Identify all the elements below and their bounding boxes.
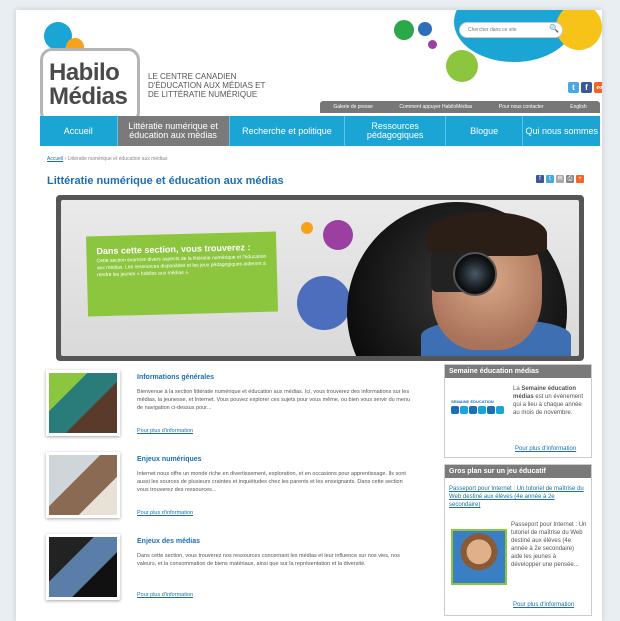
hero-dot-purple <box>323 220 353 250</box>
breadcrumb: Accueil › Littératie numérique et éducat… <box>47 156 167 162</box>
search-input[interactable]: Chercher dans ce site 🔍 <box>459 22 563 38</box>
media-week-text: La Semaine éducation médias est un événe… <box>513 385 587 417</box>
logo-text: Habilo Médias <box>49 59 128 110</box>
plus-share-icon[interactable]: + <box>576 175 584 183</box>
list-item: Enjeux des médias Dans cette section, vo… <box>46 534 411 612</box>
thumbnail-girl-phone[interactable] <box>46 370 120 436</box>
top-link-press[interactable]: Galerie de presse <box>333 104 372 110</box>
nav-item-research[interactable]: Recherche et politique <box>230 116 346 146</box>
game-thumbnail[interactable] <box>451 529 507 585</box>
nav-item-literacy[interactable]: Littératie numérique et éducation aux mé… <box>117 116 230 146</box>
camera-lens <box>453 252 497 296</box>
media-week-logo-tiles <box>451 406 505 414</box>
list-item: Enjeux numériques Internet nous offre un… <box>46 452 411 530</box>
item-more-link[interactable]: Pour plus d'information <box>137 428 193 434</box>
hero-inner: Dans cette section, vous trouverez : Cet… <box>61 200 579 356</box>
page-title: Littératie numérique et éducation aux mé… <box>47 175 284 187</box>
twitter-share-icon[interactable]: t <box>546 175 554 183</box>
nav-item-resources[interactable]: Ressources pédagogiques <box>345 116 446 146</box>
media-week-logo[interactable]: SEMAINE ÉDUCATION <box>451 399 505 423</box>
email-icon[interactable]: ✉ <box>556 175 564 183</box>
hero-text: Cette section examine divers aspects de … <box>96 253 267 279</box>
item-more-link[interactable]: Pour plus d'information <box>137 510 193 516</box>
sidebar-media-week: Semaine éducation médias SEMAINE ÉDUCATI… <box>444 364 592 458</box>
facebook-share-icon[interactable]: f <box>536 175 544 183</box>
item-description: Bienvenue à la section littératie numéri… <box>137 389 411 411</box>
tagline-line-3: DE LITTÉRATIE NUMÉRIQUE <box>148 90 258 99</box>
print-icon[interactable]: ⎙ <box>566 175 574 183</box>
nav-item-about[interactable]: Qui nous sommes <box>523 116 600 146</box>
breadcrumb-current: Littératie numérique et éducation aux mé… <box>67 156 168 162</box>
item-description: Dans cette section, vous trouverez nos r… <box>137 553 400 567</box>
top-link-english[interactable]: English <box>570 104 586 110</box>
header-circle-lime <box>446 50 478 82</box>
tagline: LE CENTRE CANADIEN D'ÉDUCATION AUX MÉDIA… <box>148 72 265 99</box>
main-nav: Accueil Littératie numérique et éducatio… <box>40 116 600 146</box>
game-more-link[interactable]: Pour plus d'information <box>513 601 574 609</box>
media-week-more-link[interactable]: Pour plus d'information <box>515 445 576 453</box>
share-tools: f t ✉ ⎙ + <box>536 175 584 183</box>
hero-callout: Dans cette section, vous trouverez : Cet… <box>85 231 279 317</box>
tagline-line-1: LE CENTRE CANADIEN <box>148 72 237 81</box>
tagline-line-2: D'ÉDUCATION AUX MÉDIAS ET <box>148 81 266 90</box>
twitter-icon[interactable]: t <box>568 82 579 93</box>
rss-icon[interactable]: ∾ <box>594 82 602 93</box>
top-links: Galerie de presse Comment appuyer Habilo… <box>320 101 600 113</box>
nav-item-home[interactable]: Accueil <box>40 116 118 146</box>
nav-item-blog[interactable]: Blogue <box>446 116 524 146</box>
item-title[interactable]: Enjeux numériques <box>137 456 202 463</box>
media-week-logo-text: SEMAINE ÉDUCATION <box>451 399 494 404</box>
sidebar-game-spotlight: Gros plan sur un jeu éducatif Passeport … <box>444 464 592 616</box>
hero-dot-orange <box>301 222 313 234</box>
thumbnail-students[interactable] <box>46 452 120 518</box>
item-more-link[interactable]: Pour plus d'information <box>137 592 193 598</box>
item-title[interactable]: Enjeux des médias <box>137 538 200 545</box>
facebook-icon[interactable]: f <box>581 82 592 93</box>
list-item: Informations générales Bienvenue à la se… <box>46 370 411 448</box>
header-circle-blue <box>418 22 432 36</box>
top-link-contact[interactable]: Pour nous contacter <box>499 104 544 110</box>
breadcrumb-home[interactable]: Accueil <box>47 156 63 162</box>
item-title[interactable]: Informations générales <box>137 374 214 381</box>
sidebar-heading: Gros plan sur un jeu éducatif <box>445 465 591 478</box>
header-circle-green <box>394 20 414 40</box>
search-icon[interactable]: 🔍 <box>549 24 559 33</box>
search-placeholder: Chercher dans ce site <box>468 27 517 33</box>
thumbnail-film[interactable] <box>46 534 120 600</box>
logo-line-2: Médias <box>49 83 128 110</box>
top-link-support[interactable]: Comment appuyer HabiloMédias <box>399 104 472 110</box>
logo[interactable]: Habilo Médias <box>40 48 140 124</box>
item-description: Internet nous offre un monde riche en di… <box>137 471 406 493</box>
sidebar-heading: Semaine éducation médias <box>445 365 591 378</box>
logo-line-1: Habilo <box>49 59 120 86</box>
page: Habilo Médias LE CENTRE CANADIEN D'ÉDUCA… <box>16 10 602 621</box>
hero-dot-blue <box>297 276 351 330</box>
hero-photo-hair <box>427 212 547 256</box>
game-title-link[interactable]: Passeport pour Internet : Un tutoriel de… <box>449 485 587 509</box>
header-circle-purple <box>428 40 437 49</box>
hero-banner: Dans cette section, vous trouverez : Cet… <box>56 195 584 361</box>
game-description: Passeport pour Internet : Un tutoriel de… <box>511 522 587 568</box>
